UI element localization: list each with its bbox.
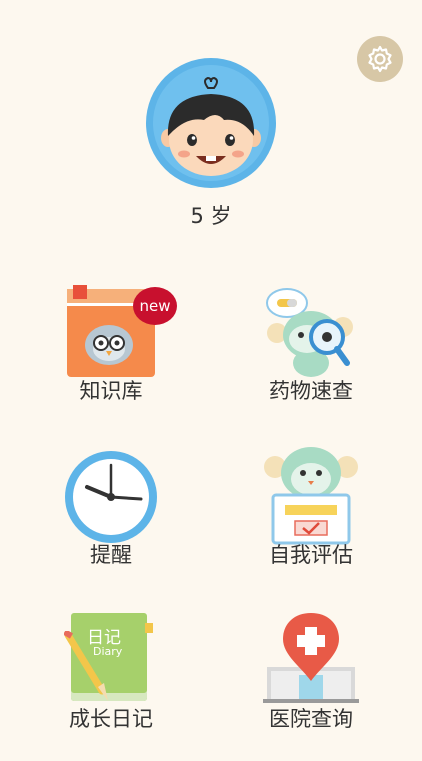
hospital-pin-icon (263, 613, 359, 703)
gear-icon (368, 45, 392, 73)
menu-drug-lookup-label: 药物速查 (269, 379, 353, 403)
pencil-icon (64, 631, 108, 701)
menu-knowledge-base-label: 知识库 (79, 379, 143, 403)
new-badge-text: new (139, 297, 171, 315)
new-badge: new (133, 287, 177, 325)
menu-growth-diary[interactable]: 日记 Diary 成长日记 (26, 611, 196, 761)
menu-reminder[interactable]: 提醒 (26, 447, 196, 597)
menu-knowledge-base[interactable]: new 知识库 (26, 283, 196, 433)
menu-hospital-lookup[interactable]: 医院查询 (226, 611, 396, 761)
age-label: 5 岁 (190, 204, 232, 228)
boy-avatar-icon (146, 58, 276, 188)
avatar[interactable] (146, 58, 276, 188)
menu-growth-diary-label: 成长日记 (69, 707, 153, 731)
menu-drug-lookup[interactable]: 药物速查 (226, 283, 396, 433)
monkey-magnifier-icon (266, 288, 353, 377)
menu-self-assessment-label: 自我评估 (269, 543, 353, 567)
clock-icon (65, 451, 157, 543)
menu-reminder-label: 提醒 (90, 543, 132, 567)
diary-bookmark-icon (145, 623, 153, 633)
menu-hospital-lookup-label: 医院查询 (269, 707, 353, 731)
settings-button[interactable] (357, 36, 403, 82)
menu-self-assessment[interactable]: 自我评估 (226, 447, 396, 597)
monkey-checklist-icon (264, 447, 358, 545)
